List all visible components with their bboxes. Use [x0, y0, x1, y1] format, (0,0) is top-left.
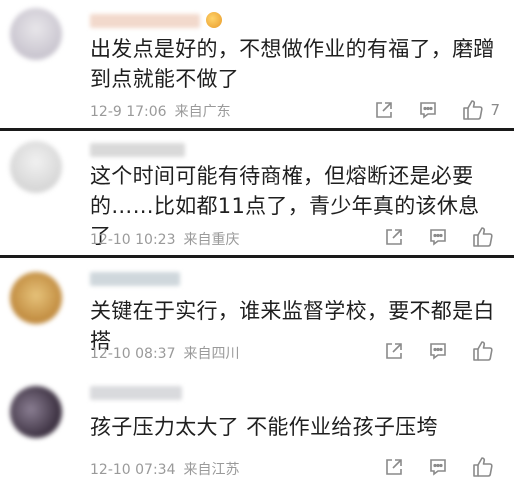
comment-icon — [420, 102, 437, 119]
like-count: 7 — [490, 101, 500, 119]
like-button[interactable]: 7 — [462, 99, 500, 121]
avatar[interactable] — [10, 272, 62, 324]
like-button[interactable] — [472, 226, 500, 248]
comment-text: 出发点是好的，不想做作业的有福了，磨蹭到点就能不做了 — [90, 37, 495, 91]
comment-location: 来自重庆 — [183, 232, 240, 248]
avatar[interactable] — [10, 8, 62, 60]
comment-location: 来自四川 — [183, 346, 240, 362]
comment-date: 12-10 07:34 — [90, 462, 176, 478]
comment-item: 孩子压力太大了 不能作业给孩子压垮 12-10 07:34 来自江苏 — [0, 372, 514, 488]
comment-actions — [360, 225, 500, 249]
avatar[interactable] — [10, 141, 62, 193]
username[interactable] — [90, 14, 200, 28]
comment-actions: 7 — [350, 98, 500, 122]
reply-button[interactable] — [418, 100, 438, 120]
comment-text: 孩子压力太大了 不能作业给孩子压垮 — [90, 415, 438, 439]
comment-icon — [430, 343, 446, 360]
comment-date: 12-9 17:06 — [90, 104, 167, 120]
comment-list: 出发点是好的，不想做作业的有福了，磨蹭到点就能不做了 12-9 17:06 来自广… — [0, 0, 514, 488]
comment-item: 这个时间可能有待商榷，但熔断还是必要的……比如都11点了，青少年真的该休息了 1… — [0, 131, 514, 255]
thumbs-up-icon — [473, 227, 493, 247]
like-button[interactable] — [472, 340, 500, 362]
thumbs-up-icon — [473, 341, 493, 361]
share-icon — [376, 102, 393, 118]
share-button[interactable] — [384, 457, 404, 477]
reply-button[interactable] — [428, 227, 448, 247]
comment-actions — [360, 339, 500, 363]
share-icon — [386, 229, 402, 245]
comment-meta: 12-9 17:06 来自广东 — [90, 101, 231, 121]
comment-meta: 12-10 10:23 来自重庆 — [90, 229, 239, 249]
comment-meta: 12-10 08:37 来自四川 — [90, 343, 239, 363]
reply-button[interactable] — [428, 457, 448, 477]
comment-location: 来自广东 — [174, 104, 231, 120]
username[interactable] — [90, 386, 182, 400]
vip-badge-icon — [206, 12, 222, 28]
share-icon — [386, 343, 402, 359]
comment-actions — [360, 455, 500, 479]
comment-date: 12-10 10:23 — [90, 232, 176, 248]
share-button[interactable] — [384, 341, 404, 361]
avatar[interactable] — [10, 386, 62, 438]
username[interactable] — [90, 272, 180, 286]
share-icon — [386, 459, 402, 475]
share-button[interactable] — [384, 227, 404, 247]
comment-icon — [430, 229, 446, 246]
comment-item: 出发点是好的，不想做作业的有福了，磨蹭到点就能不做了 12-9 17:06 来自广… — [0, 0, 514, 128]
share-button[interactable] — [374, 100, 394, 120]
comment-date: 12-10 08:37 — [90, 346, 176, 362]
thumbs-up-icon — [463, 100, 484, 120]
comment-icon — [430, 459, 446, 476]
username[interactable] — [90, 143, 185, 157]
reply-button[interactable] — [428, 341, 448, 361]
like-button[interactable] — [472, 456, 500, 478]
comment-item: 关键在于实行，谁来监督学校，要不都是白搭 12-10 08:37 来自四川 — [0, 258, 514, 368]
comment-meta: 12-10 07:34 来自江苏 — [90, 459, 239, 479]
comment-location: 来自江苏 — [183, 462, 240, 478]
thumbs-up-icon — [473, 457, 493, 477]
